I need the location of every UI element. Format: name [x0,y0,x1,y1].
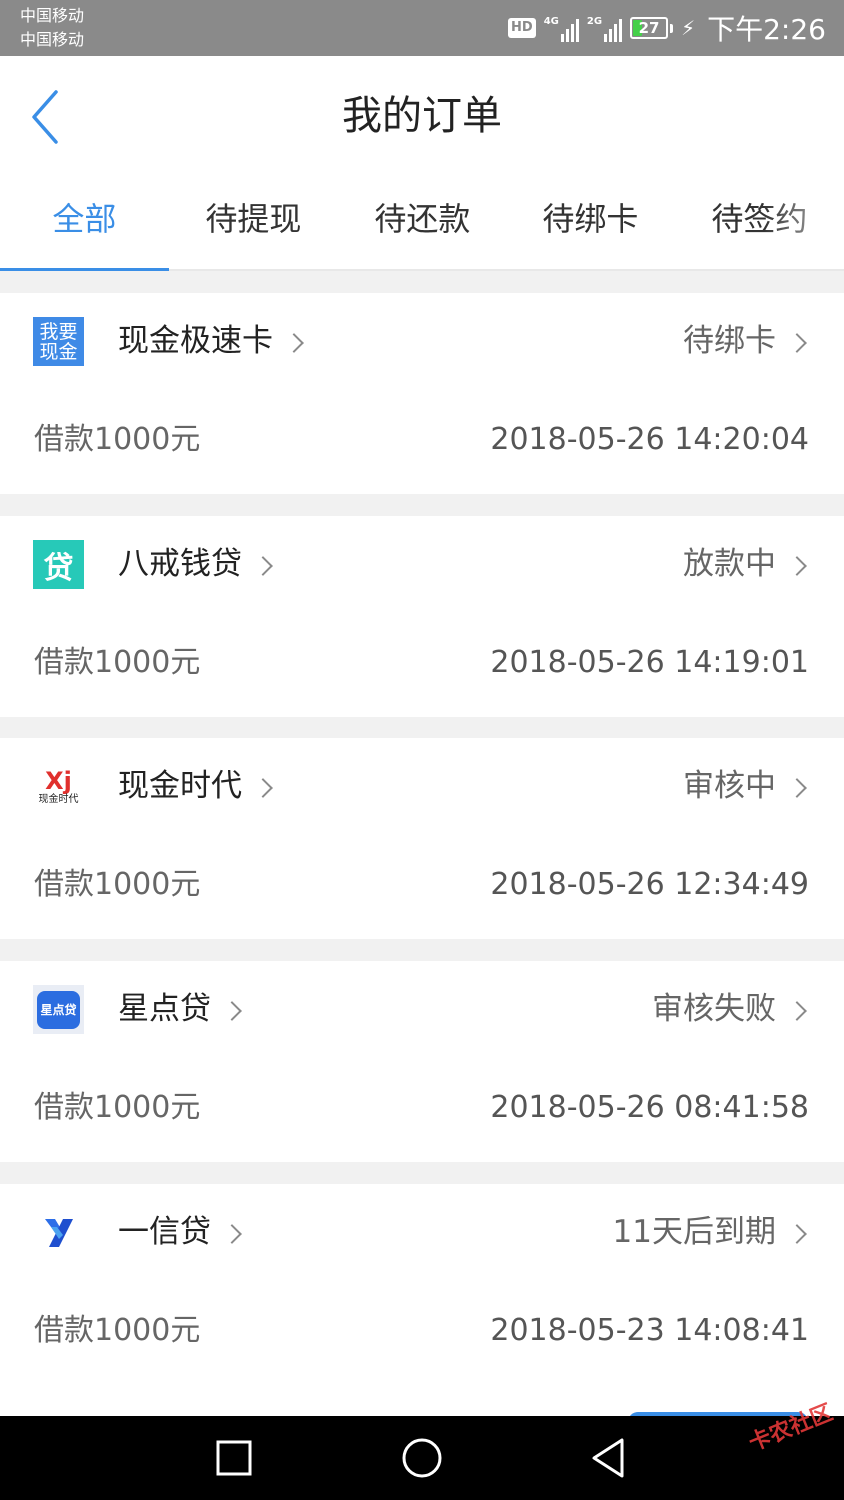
recent-apps-button[interactable] [208,1432,260,1484]
tab-active-indicator [0,268,169,271]
tab-pending-bind-card[interactable]: 待绑卡 [506,176,675,271]
order-product-name[interactable]: 八戒钱贷 [118,542,273,586]
order-status[interactable]: 11天后到期 [613,1210,807,1254]
chevron-right-icon [222,1001,242,1021]
tab-pending-withdraw[interactable]: 待提现 [169,176,338,271]
order-status[interactable]: 审核中 [683,764,807,808]
xingdiandai-logo-icon: 星点贷 [33,985,84,1034]
chevron-right-icon [284,333,304,353]
order-card[interactable]: Xj 现金时代 现金时代 审核中 借款1000元 2018-05-26 12:3… [0,738,844,939]
order-card[interactable]: 我要 现金 现金极速卡 待绑卡 借款1000元 2018-05-26 14:20… [0,293,844,494]
chevron-right-icon [787,1001,807,1021]
battery-icon: 27 [630,17,674,39]
order-status[interactable]: 放款中 [683,542,807,586]
order-product-name[interactable]: 星点贷 [118,987,242,1031]
carrier-info: 中国移动 中国移动 [20,4,84,52]
order-amount: 借款1000元 [34,867,201,902]
order-card[interactable]: 贷 八戒钱贷 放款中 借款1000元 2018-05-26 14:19:01 [0,516,844,717]
order-time: 2018-05-26 14:19:01 [490,645,809,680]
signal-1-icon: 4G [544,14,579,42]
chevron-right-icon [787,333,807,353]
chevron-right-icon [222,1224,242,1244]
network-type-2: 2G [586,16,603,27]
chevron-right-icon [787,778,807,798]
order-time: 2018-05-26 08:41:58 [490,1090,809,1125]
header: 我的订单 [0,56,844,176]
xj-logo-icon: Xj 现金时代 [33,762,84,811]
tab-pending-repay[interactable]: 待还款 [338,176,507,271]
order-status[interactable]: 审核失败 [652,987,807,1031]
square-icon [216,1440,252,1476]
yixindai-logo-icon [33,1208,84,1257]
network-type-1: 4G [543,16,559,27]
circle-icon [402,1438,442,1478]
system-nav-bar [0,1416,844,1500]
hd-icon: HD [508,18,536,38]
order-product-name[interactable]: 现金极速卡 [118,319,304,363]
home-button[interactable] [396,1432,448,1484]
order-product-name[interactable]: 现金时代 [118,764,273,808]
order-amount: 借款1000元 [34,645,201,680]
order-time: 2018-05-26 12:34:49 [490,867,809,902]
page-title: 我的订单 [342,93,502,139]
order-amount: 借款1000元 [34,1313,201,1348]
order-amount: 借款1000元 [34,1090,201,1125]
tab-scroll-fade [764,176,844,269]
chevron-right-icon [253,778,273,798]
chevron-right-icon [253,556,273,576]
chevron-right-icon [787,556,807,576]
order-time: 2018-05-23 14:08:41 [490,1313,809,1348]
triangle-back-icon [592,1438,624,1478]
status-bar: 中国移动 中国移动 HD 4G 2G 27 ⚡ 下午2:26 [0,0,844,56]
order-time: 2018-05-26 14:20:04 [490,422,809,457]
charging-icon: ⚡ [681,16,696,40]
tab-bar: 全部 待提现 待还款 待绑卡 待签约 [0,176,844,271]
status-icons: HD 4G 2G 27 ⚡ 下午2:26 [508,0,826,56]
order-status[interactable]: 待绑卡 [683,319,807,363]
carrier-2: 中国移动 [20,30,85,49]
order-amount: 借款1000元 [34,422,201,457]
battery-level: 27 [638,19,660,37]
back-nav-button[interactable] [584,1432,636,1484]
dai-logo-icon: 贷 [33,540,84,589]
carrier-1: 中国移动 [20,6,85,25]
order-card[interactable]: 一信贷 11天后到期 借款1000元 2018-05-23 14:08:41 [0,1184,844,1416]
chevron-right-icon [787,1224,807,1244]
order-card[interactable]: 星点贷 星点贷 审核失败 借款1000元 2018-05-26 08:41:58 [0,961,844,1162]
signal-2-icon: 2G [586,14,623,42]
order-product-name[interactable]: 一信贷 [118,1210,242,1254]
woyao-xianjin-logo-icon: 我要 现金 [33,317,84,366]
clock: 下午2:26 [707,13,826,46]
tab-all[interactable]: 全部 [0,176,169,271]
